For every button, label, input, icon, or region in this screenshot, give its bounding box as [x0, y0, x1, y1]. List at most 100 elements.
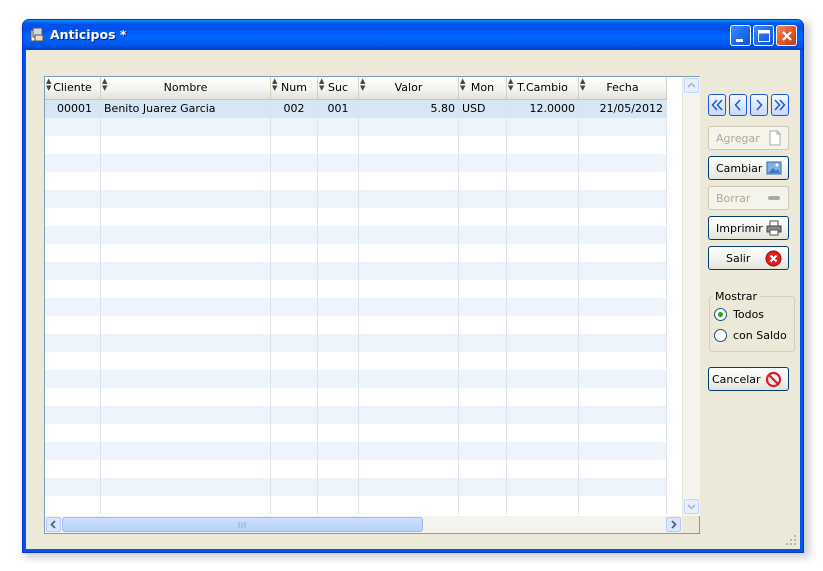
resize-grip-icon[interactable] — [785, 534, 797, 546]
column-header-suc[interactable]: ▲ ▼ Suc — [318, 77, 359, 99]
empty-table-row[interactable] — [45, 406, 667, 424]
table-cell-mon — [459, 442, 507, 460]
cambiar-button[interactable]: Cambiar — [708, 156, 789, 180]
table-cell-valor — [359, 190, 459, 208]
column-header-cliente[interactable]: ▲ ▼ Cliente — [45, 77, 101, 99]
column-header-num[interactable]: ▲ ▼ Num — [271, 77, 318, 99]
chevron-right-icon — [671, 520, 677, 529]
table-cell-mon — [459, 280, 507, 298]
table-cell-valor: 5.80 — [359, 100, 459, 118]
scroll-right-button[interactable] — [666, 517, 681, 532]
table-cell-fecha — [579, 406, 667, 424]
table-cell-fecha: 21/05/2012 — [579, 100, 667, 118]
empty-table-row[interactable] — [45, 442, 667, 460]
table-cell-cliente — [45, 280, 101, 298]
table-cell-num — [271, 316, 318, 334]
nav-last-button[interactable] — [771, 94, 789, 116]
empty-table-row[interactable] — [45, 352, 667, 370]
cancelar-button[interactable]: Cancelar — [708, 367, 789, 391]
scroll-left-button[interactable] — [46, 517, 61, 532]
radio-con-saldo[interactable]: con Saldo — [714, 328, 792, 344]
empty-table-row[interactable] — [45, 478, 667, 496]
table-cell-suc — [318, 208, 359, 226]
table-cell-fecha — [579, 226, 667, 244]
table-cell-num — [271, 460, 318, 478]
column-header-tcambio[interactable]: ▲ ▼ T.Cambio — [507, 77, 579, 99]
table-cell-cliente — [45, 244, 101, 262]
chevron-up-icon — [687, 82, 696, 88]
column-header-nombre[interactable]: ▲ ▼ Nombre — [101, 77, 271, 99]
horizontal-scrollbar[interactable] — [45, 516, 682, 533]
table-cell-nombre — [101, 226, 271, 244]
table-row[interactable]: 00001 Benito Juarez Garcia 002 001 5.80 USD 12… — [45, 100, 667, 118]
empty-table-row[interactable] — [45, 190, 667, 208]
empty-table-row[interactable] — [45, 262, 667, 280]
chevron-left-icon — [734, 99, 741, 111]
table-cell-mon — [459, 298, 507, 316]
empty-table-row[interactable] — [45, 226, 667, 244]
scroll-up-button[interactable] — [684, 78, 699, 93]
table-cell-tcambio — [507, 496, 579, 514]
maximize-button[interactable] — [753, 25, 774, 46]
agregar-button[interactable]: Agregar — [708, 126, 789, 150]
nav-first-button[interactable] — [708, 94, 726, 116]
table-cell-cliente — [45, 190, 101, 208]
empty-table-row[interactable] — [45, 136, 667, 154]
table-cell-mon — [459, 226, 507, 244]
table-cell-nombre — [101, 172, 271, 190]
nav-previous-button[interactable] — [729, 94, 747, 116]
empty-table-row[interactable] — [45, 460, 667, 478]
nav-next-button[interactable] — [750, 94, 768, 116]
table-cell-mon — [459, 478, 507, 496]
empty-table-row[interactable] — [45, 118, 667, 136]
empty-table-row[interactable] — [45, 370, 667, 388]
table-cell-cliente — [45, 334, 101, 352]
table-cell-tcambio — [507, 118, 579, 136]
empty-table-row[interactable] — [45, 334, 667, 352]
empty-table-row[interactable] — [45, 154, 667, 172]
horizontal-scroll-thumb[interactable] — [62, 517, 423, 532]
empty-table-row[interactable] — [45, 388, 667, 406]
vertical-scrollbar[interactable] — [682, 77, 700, 516]
table-cell-tcambio — [507, 190, 579, 208]
table-cell-fecha — [579, 460, 667, 478]
empty-table-row[interactable] — [45, 316, 667, 334]
radio-todos[interactable]: Todos — [714, 307, 792, 323]
column-header-mon[interactable]: ▲ ▼ Mon — [459, 77, 507, 99]
minimize-button[interactable] — [730, 25, 751, 46]
close-button[interactable] — [776, 25, 797, 46]
table-cell-fecha — [579, 298, 667, 316]
empty-table-row[interactable] — [45, 280, 667, 298]
empty-table-row[interactable] — [45, 244, 667, 262]
table-cell-suc — [318, 244, 359, 262]
table-cell-tcambio — [507, 334, 579, 352]
table-cell-suc — [318, 478, 359, 496]
empty-table-row[interactable] — [45, 172, 667, 190]
table-cell-suc — [318, 226, 359, 244]
table-cell-valor — [359, 208, 459, 226]
table-cell-num — [271, 154, 318, 172]
column-header-valor[interactable]: ▲ ▼ Valor — [359, 77, 459, 99]
table-cell-mon — [459, 496, 507, 514]
table-cell-valor — [359, 244, 459, 262]
table-cell-suc — [318, 460, 359, 478]
table-cell-fecha — [579, 496, 667, 514]
table-cell-valor — [359, 226, 459, 244]
grip-icon — [238, 522, 246, 528]
empty-table-row[interactable] — [45, 298, 667, 316]
table-cell-num — [271, 496, 318, 514]
title-bar[interactable]: Anticipos * — [23, 20, 803, 50]
imprimir-button[interactable]: Imprimir — [708, 216, 789, 240]
empty-table-row[interactable] — [45, 496, 667, 514]
table-cell-num — [271, 406, 318, 424]
salir-button[interactable]: Salir — [708, 246, 789, 270]
empty-table-row[interactable] — [45, 208, 667, 226]
table-cell-suc — [318, 496, 359, 514]
scroll-down-button[interactable] — [684, 499, 699, 514]
table-cell-num — [271, 424, 318, 442]
empty-table-row[interactable] — [45, 424, 667, 442]
borrar-button[interactable]: Borrar — [708, 186, 789, 210]
anticipos-grid[interactable]: ▲ ▼ Cliente ▲ ▼ Nombre ▲ ▼ Num ▲ ▼ Suc ▲ ▼ Valor ▲… — [44, 76, 700, 534]
maximize-icon — [758, 30, 770, 42]
column-header-fecha[interactable]: ▲ ▼ Fecha — [579, 77, 667, 99]
